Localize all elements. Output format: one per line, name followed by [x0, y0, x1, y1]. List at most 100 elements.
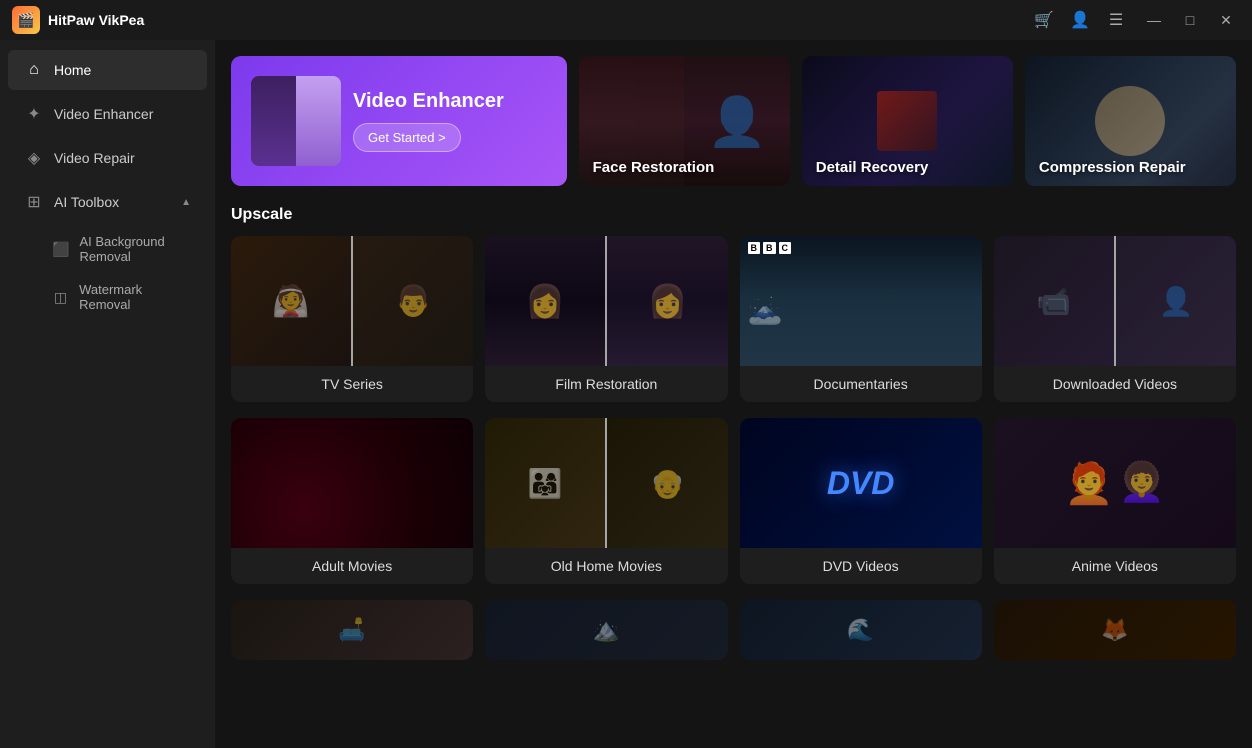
home-right: 👴	[607, 418, 727, 548]
sidebar-item-watermark-removal[interactable]: ◫ Watermark Removal	[36, 274, 207, 320]
sidebar-label-video-repair: Video Repair	[54, 150, 135, 166]
sidebar-item-video-repair[interactable]: ◈ Video Repair	[8, 138, 207, 178]
detail-recovery-label: Detail Recovery	[802, 149, 943, 186]
sidebar-item-video-enhancer[interactable]: ✦ Video Enhancer	[8, 94, 207, 134]
film-right: 👩	[607, 236, 727, 366]
compression-repair-label: Compression Repair	[1025, 149, 1200, 186]
home-left: 👨‍👩‍👧	[485, 418, 605, 548]
adult-movies-card[interactable]: Adult Movies	[231, 418, 473, 584]
bottom-cards-row: 🛋️ 🏔️ 🌊 🦊	[231, 600, 1236, 660]
sidebar-item-bg-removal[interactable]: ⬛ AI Background Removal	[36, 226, 207, 272]
bottom-card-4-img: 🦊	[994, 600, 1236, 660]
app-title: HitPaw VikPea	[48, 12, 144, 28]
anime-img: 🧑‍🦰 👩‍🦱	[994, 418, 1236, 548]
dvd-videos-card[interactable]: DVD DVD Videos	[740, 418, 982, 584]
home-split: 👨‍👩‍👧 👴	[485, 418, 727, 548]
app-logo: 🎬	[12, 6, 40, 34]
bbc-b2: B	[763, 242, 776, 254]
face-restoration-card[interactable]: 👤 Face Restoration	[579, 56, 790, 186]
adult-movies-label: Adult Movies	[231, 548, 473, 584]
store-icon[interactable]: 🛒	[1032, 8, 1056, 32]
enhancer-text: Video Enhancer Get Started >	[353, 90, 504, 152]
minimize-button[interactable]: —	[1140, 6, 1168, 34]
content-area: Video Enhancer Get Started > 👤 Face Rest…	[215, 40, 1252, 748]
sidebar: ⌂ Home ✦ Video Enhancer ◈ Video Repair ⊞…	[0, 40, 215, 748]
bottom-card-1-img: 🛋️	[231, 600, 473, 660]
dl-left: 📹	[994, 236, 1114, 366]
watermark-removal-label: Watermark Removal	[79, 282, 191, 312]
film-restoration-card[interactable]: 👩 👩 Film Restoration	[485, 236, 727, 402]
old-home-movies-label: Old Home Movies	[485, 548, 727, 584]
film-restoration-label: Film Restoration	[485, 366, 727, 402]
upscale-grid-row2: Adult Movies 👨‍👩‍👧 👴	[231, 418, 1236, 584]
tv-series-img: 👰 👨	[231, 236, 473, 366]
bottom-card-3-img: 🌊	[740, 600, 982, 660]
old-home-img: 👨‍👩‍👧 👴	[485, 418, 727, 548]
documentaries-img: B B C 🗻	[740, 236, 982, 366]
bottom-card-4[interactable]: 🦊	[994, 600, 1236, 660]
video-repair-icon: ◈	[24, 148, 44, 168]
documentaries-card[interactable]: B B C 🗻 Documentaries	[740, 236, 982, 402]
tv-left: 👰	[231, 236, 351, 366]
compression-repair-card[interactable]: Compression Repair	[1025, 56, 1236, 186]
home-icon: ⌂	[24, 60, 44, 80]
toolbox-section-left: ⊞ AI Toolbox	[24, 192, 119, 212]
bbc-b3: C	[779, 242, 792, 254]
sidebar-toolbox-section[interactable]: ⊞ AI Toolbox ▲	[8, 182, 207, 222]
enhancer-title: Video Enhancer	[353, 90, 504, 113]
watermark-removal-icon: ◫	[52, 288, 69, 306]
tv-right: 👨	[353, 236, 473, 366]
upscale-section: Upscale 👰 👨	[231, 206, 1236, 660]
upscale-section-title: Upscale	[231, 206, 1236, 224]
main-layout: ⌂ Home ✦ Video Enhancer ◈ Video Repair ⊞…	[0, 40, 1252, 748]
bottom-card-2[interactable]: 🏔️	[485, 600, 727, 660]
sidebar-label-video-enhancer: Video Enhancer	[54, 106, 153, 122]
maximize-button[interactable]: □	[1176, 6, 1204, 34]
toolbox-icon: ⊞	[24, 192, 44, 212]
bottom-card-2-img: 🏔️	[485, 600, 727, 660]
anime-videos-card[interactable]: 🧑‍🦰 👩‍🦱 Anime Videos	[994, 418, 1236, 584]
tv-series-label: TV Series	[231, 366, 473, 402]
account-icon[interactable]: 👤	[1068, 8, 1092, 32]
bg-removal-icon: ⬛	[52, 240, 69, 258]
bottom-card-3[interactable]: 🌊	[740, 600, 982, 660]
downloaded-split: 📹 👤	[994, 236, 1236, 366]
adult-movies-img	[231, 418, 473, 548]
detail-recovery-card[interactable]: Detail Recovery	[802, 56, 1013, 186]
film-split: 👩 👩	[485, 236, 727, 366]
menu-icon[interactable]: ☰	[1104, 8, 1128, 32]
documentaries-label: Documentaries	[740, 366, 982, 402]
anime-visual: 🧑‍🦰 👩‍🦱	[994, 418, 1236, 548]
anime-videos-label: Anime Videos	[994, 548, 1236, 584]
bottom-card-1[interactable]: 🛋️	[231, 600, 473, 660]
get-started-button[interactable]: Get Started >	[353, 123, 461, 152]
enhancer-left-half	[251, 76, 296, 166]
tv-series-card[interactable]: 👰 👨 TV Series	[231, 236, 473, 402]
downloaded-videos-card[interactable]: 📹 👤 Downloaded Videos	[994, 236, 1236, 402]
old-home-movies-card[interactable]: 👨‍👩‍👧 👴 Old Home Movies	[485, 418, 727, 584]
dl-right: 👤	[1116, 236, 1236, 366]
titlebar: 🎬 HitPaw VikPea 🛒 👤 ☰ — □ ✕	[0, 0, 1252, 40]
video-enhancer-icon: ✦	[24, 104, 44, 124]
tv-series-split: 👰 👨	[231, 236, 473, 366]
doc-visual: B B C 🗻	[740, 236, 982, 366]
adult-visual	[231, 418, 473, 548]
downloaded-img: 📹 👤	[994, 236, 1236, 366]
film-left: 👩	[485, 236, 605, 366]
downloaded-videos-label: Downloaded Videos	[994, 366, 1236, 402]
video-enhancer-card[interactable]: Video Enhancer Get Started >	[231, 56, 567, 186]
titlebar-left: 🎬 HitPaw VikPea	[12, 6, 144, 34]
dvd-img: DVD	[740, 418, 982, 548]
face-restoration-label: Face Restoration	[579, 149, 729, 186]
bbc-b1: B	[748, 242, 761, 254]
sidebar-label-home: Home	[54, 62, 91, 78]
bg-removal-label: AI Background Removal	[79, 234, 191, 264]
upscale-grid-row1: 👰 👨 TV Series	[231, 236, 1236, 402]
titlebar-right: 🛒 👤 ☰ — □ ✕	[1032, 6, 1240, 34]
close-button[interactable]: ✕	[1212, 6, 1240, 34]
sidebar-item-home[interactable]: ⌂ Home	[8, 50, 207, 90]
toolbox-arrow-icon: ▲	[181, 197, 191, 208]
dvd-visual: DVD	[740, 418, 982, 548]
dvd-videos-label: DVD Videos	[740, 548, 982, 584]
enhancer-right-half	[296, 76, 341, 166]
